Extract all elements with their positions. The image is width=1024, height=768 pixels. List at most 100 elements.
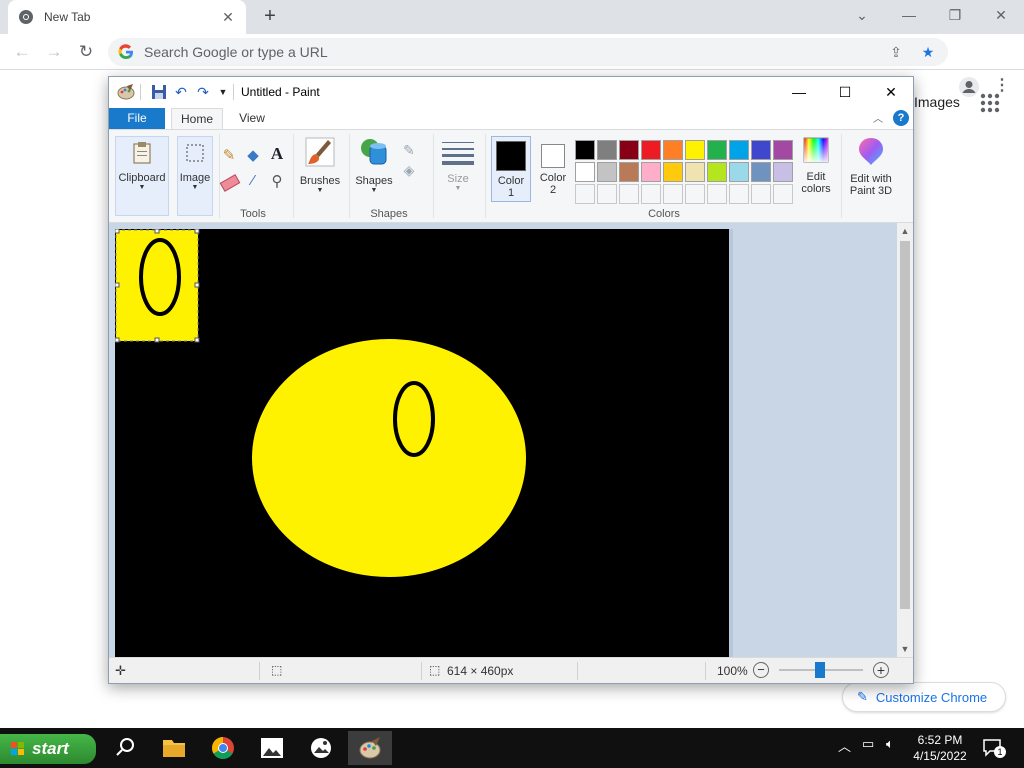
palette-color-swatch[interactable] — [773, 162, 793, 182]
close-icon[interactable]: ✕ — [987, 4, 1015, 28]
palette-custom-slot[interactable] — [707, 184, 727, 204]
palette-custom-slot[interactable] — [729, 184, 749, 204]
help-icon[interactable]: ? — [893, 110, 909, 126]
palette-color-swatch[interactable] — [751, 162, 771, 182]
palette-color-swatch[interactable] — [619, 162, 639, 182]
palette-color-swatch[interactable] — [729, 140, 749, 160]
tab-file[interactable]: File — [109, 108, 165, 129]
palette-color-swatch[interactable] — [751, 140, 771, 160]
palette-color-swatch[interactable] — [685, 162, 705, 182]
share-icon[interactable]: ⇪ — [886, 42, 906, 62]
vertical-scrollbar[interactable]: ▲ ▼ — [897, 223, 913, 657]
magnifier-icon[interactable]: ⚲ — [267, 172, 287, 192]
network-icon[interactable]: ▭ — [862, 736, 874, 752]
palette-color-swatch[interactable] — [729, 162, 749, 182]
undo-icon[interactable]: ↶ — [172, 83, 190, 101]
chrome-taskbar-icon[interactable] — [201, 731, 245, 765]
volume-icon[interactable]: 🔈︎ — [886, 736, 894, 752]
drawing-canvas[interactable] — [115, 229, 729, 657]
scroll-up-icon[interactable]: ▲ — [897, 223, 913, 239]
outline-icon[interactable]: ✎ — [399, 142, 419, 162]
forward-icon[interactable]: → — [42, 40, 66, 64]
brushes-label: Brushes — [299, 175, 341, 187]
tab-search-icon[interactable]: ⌄ — [848, 4, 876, 28]
palette-color-swatch[interactable] — [619, 140, 639, 160]
pencil-tool-icon[interactable]: ✎ — [219, 146, 239, 166]
tab-view[interactable]: View — [231, 108, 273, 129]
palette-color-swatch[interactable] — [707, 140, 727, 160]
fill-icon[interactable]: ◈ — [399, 162, 419, 182]
reload-icon[interactable]: ↻ — [74, 40, 98, 64]
start-button[interactable]: start — [0, 734, 96, 764]
customize-qat-icon[interactable]: ▼ — [214, 83, 232, 101]
palette-color-swatch[interactable] — [707, 162, 727, 182]
clipboard-button[interactable]: Clipboard ▼ — [115, 136, 169, 216]
scroll-down-icon[interactable]: ▼ — [897, 641, 913, 657]
palette-custom-slot[interactable] — [641, 184, 661, 204]
eraser-icon[interactable] — [219, 174, 241, 192]
color1-button[interactable]: Color 1 — [491, 136, 531, 202]
palette-color-swatch[interactable] — [597, 162, 617, 182]
photos-icon[interactable] — [250, 731, 294, 765]
palette-color-swatch[interactable] — [685, 140, 705, 160]
zoom-out-icon[interactable]: − — [753, 662, 769, 678]
palette-custom-slot[interactable] — [575, 184, 595, 204]
edit-colors-button[interactable]: Edit colors — [795, 136, 837, 200]
tab-home[interactable]: Home — [171, 108, 223, 129]
customize-chrome-button[interactable]: ✎ Customize Chrome — [842, 682, 1006, 712]
snipping-tool-icon[interactable] — [299, 731, 343, 765]
palette-color-swatch[interactable] — [641, 140, 661, 160]
ribbon-collapse-icon[interactable]: ︿ — [873, 110, 883, 125]
palette-color-swatch[interactable] — [773, 140, 793, 160]
image-button[interactable]: Image ▼ — [177, 136, 213, 216]
paint-close-icon[interactable]: ✕ — [877, 81, 905, 103]
color2-button[interactable]: Color 2 — [535, 136, 571, 202]
palette-color-swatch[interactable] — [575, 140, 595, 160]
palette-custom-slot[interactable] — [619, 184, 639, 204]
ntp-images-link[interactable]: Images — [914, 94, 960, 110]
color-picker-icon[interactable]: ⁄ — [243, 172, 263, 192]
paint-taskbar-icon[interactable] — [348, 731, 392, 765]
save-icon[interactable] — [150, 83, 168, 101]
tray-overflow-icon[interactable]: ︿ — [838, 736, 851, 755]
palette-color-swatch[interactable] — [575, 162, 595, 182]
back-icon[interactable]: ← — [10, 40, 34, 64]
zoom-in-icon[interactable]: + — [873, 662, 889, 678]
shapes-button[interactable]: Shapes ▼ — [353, 136, 395, 200]
chrome-toolbar: ← → ↻ Search Google or type a URL ⇪ ★ ⋮ — [0, 34, 1024, 97]
brushes-button[interactable]: Brushes ▼ — [297, 136, 343, 200]
omnibox[interactable]: Search Google or type a URL ⇪ ★ — [108, 38, 948, 66]
new-tab-button[interactable]: + — [258, 5, 282, 29]
google-apps-icon[interactable] — [980, 93, 1000, 113]
tab-new-tab[interactable]: New Tab ✕ — [8, 0, 246, 34]
windows-logo-icon — [11, 742, 24, 755]
taskbar-clock[interactable]: 6:52 PM 4/15/2022 — [908, 732, 972, 764]
size-button[interactable]: Size ▼ — [439, 136, 477, 200]
profile-avatar-icon[interactable] — [958, 76, 980, 98]
text-tool-icon[interactable]: A — [267, 144, 287, 164]
edit-with-paint3d-button[interactable]: Edit with Paint 3D — [845, 136, 897, 200]
palette-custom-slot[interactable] — [685, 184, 705, 204]
palette-custom-slot[interactable] — [773, 184, 793, 204]
redo-icon[interactable]: ↷ — [194, 83, 212, 101]
paint-maximize-icon[interactable]: ☐ — [831, 81, 859, 103]
search-icon[interactable] — [102, 731, 146, 765]
action-center-icon[interactable]: 1 — [982, 738, 1006, 758]
paint-minimize-icon[interactable]: — — [785, 81, 813, 103]
minimize-icon[interactable]: — — [895, 4, 923, 28]
palette-custom-slot[interactable] — [663, 184, 683, 204]
restore-icon[interactable]: ❐ — [941, 4, 969, 28]
zoom-slider-thumb[interactable] — [815, 662, 825, 678]
file-explorer-icon[interactable] — [152, 731, 196, 765]
palette-color-swatch[interactable] — [663, 162, 683, 182]
palette-custom-slot[interactable] — [597, 184, 617, 204]
palette-color-swatch[interactable] — [641, 162, 661, 182]
palette-color-swatch[interactable] — [597, 140, 617, 160]
fill-bucket-icon[interactable]: ◆ — [243, 146, 263, 166]
palette-color-swatch[interactable] — [663, 140, 683, 160]
tab-close-icon[interactable]: ✕ — [220, 9, 236, 25]
palette-custom-slot[interactable] — [751, 184, 771, 204]
scroll-thumb[interactable] — [900, 241, 910, 609]
bookmark-star-icon[interactable]: ★ — [918, 42, 938, 62]
search-input[interactable]: Search Google or type a URL — [144, 44, 874, 60]
